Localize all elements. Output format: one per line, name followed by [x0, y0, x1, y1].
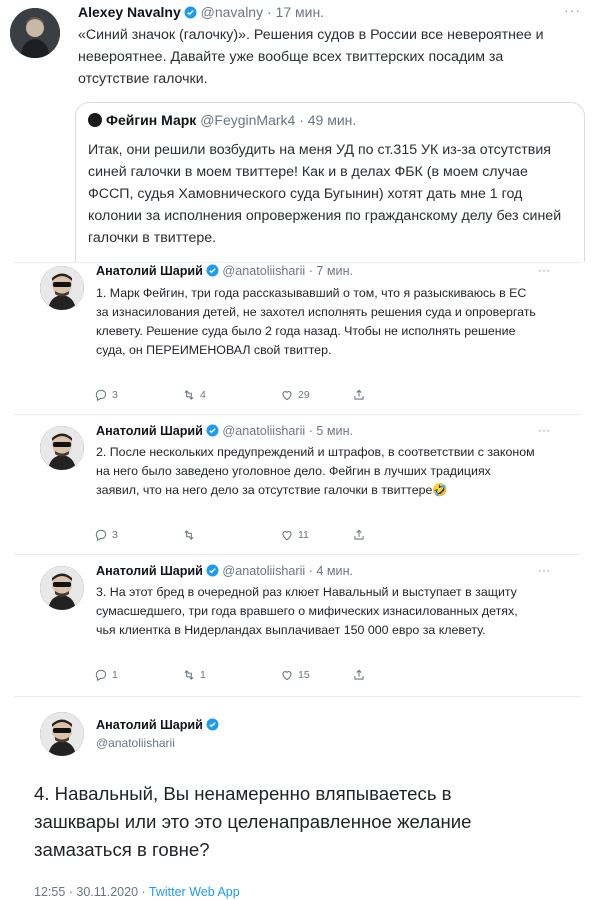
- thread-tweet-3-actions: 1 1 15: [94, 668, 394, 684]
- source-app-link[interactable]: Twitter Web App: [149, 885, 240, 899]
- thread-tweet-2-text: 2. После нескольких предупреждений и штр…: [96, 443, 536, 500]
- share-icon: [354, 389, 364, 400]
- final-tweet-text: 4. Навальный, Вы ненамеренно вляпываетес…: [34, 783, 472, 860]
- verified-badge-icon: [184, 6, 197, 19]
- retweet-button[interactable]: [182, 528, 200, 542]
- verified-badge-icon: [206, 564, 219, 577]
- author-handle-time[interactable]: @anatoliisharii · 4 мин.: [222, 564, 353, 578]
- author-name[interactable]: Анатолий Шарий: [96, 564, 203, 578]
- quoted-tweet[interactable]: Фейгин Марк @FeyginMark4 · 49 мин. Итак,…: [75, 102, 585, 262]
- tweet-time[interactable]: 12:55 · 30.11.2020 ·: [34, 885, 149, 899]
- tweet-text: «Синий значок (галочку)». Решения судов …: [78, 27, 544, 87]
- reply-button[interactable]: 3: [94, 528, 118, 542]
- thread-tweet-2-body: 2. После нескольких предупреждений и штр…: [96, 445, 535, 497]
- top-tweet: Alexey Navalny @navalny · 17 мин. ··· «С…: [0, 0, 595, 262]
- thread-tweet-3-text: 3. На этот бред в очередной раз клюет На…: [96, 585, 518, 637]
- more-options-icon[interactable]: ···: [538, 263, 550, 277]
- quoted-tweet-text: Итак, они решили возбудить на меня УД по…: [88, 142, 562, 246]
- like-button[interactable]: 29: [280, 388, 310, 402]
- reply-icon: [95, 529, 107, 542]
- more-options-icon[interactable]: ···: [538, 423, 550, 437]
- author-name[interactable]: Анатолий Шарий: [96, 718, 203, 732]
- verified-badge-icon: [206, 264, 219, 277]
- verified-badge-icon: [206, 718, 219, 731]
- quoted-tweet-header: Фейгин Марк @FeyginMark4 · 49 мин.: [88, 112, 356, 128]
- top-tweet-header: Alexey Navalny @navalny · 17 мин.: [78, 4, 324, 20]
- feygin-avatar: [88, 113, 102, 127]
- tweet-timestamp: 12:55 · 30.11.2020 · Twitter Web App: [34, 885, 240, 899]
- author-handle-time[interactable]: @anatoliisharii · 7 мин.: [222, 264, 353, 278]
- share-button[interactable]: [352, 668, 366, 682]
- author-name[interactable]: Alexey Navalny: [78, 4, 181, 20]
- thread-tweet-1-header: Анатолий Шарий @anatoliisharii · 7 мин.: [96, 264, 353, 278]
- thread-tweet-2-header: Анатолий Шарий @anatoliisharii · 5 мин.: [96, 424, 353, 438]
- share-icon: [354, 529, 364, 540]
- sharii-avatar[interactable]: [40, 426, 84, 470]
- retweet-button[interactable]: 1: [182, 668, 206, 682]
- like-count: 11: [298, 529, 309, 541]
- author-name[interactable]: Анатолий Шарий: [96, 264, 203, 278]
- reply-icon: [95, 669, 107, 682]
- retweet-count: 4: [200, 389, 206, 401]
- divider: [14, 414, 581, 415]
- share-button[interactable]: [352, 528, 366, 542]
- reply-count: 1: [112, 669, 118, 681]
- reply-button[interactable]: 1: [94, 668, 118, 682]
- author-name[interactable]: Анатолий Шарий: [96, 424, 203, 438]
- author-handle-time[interactable]: @navalny · 17 мин.: [201, 4, 324, 20]
- sharii-avatar[interactable]: [40, 712, 84, 756]
- reply-count: 3: [112, 529, 118, 541]
- retweet-icon: [184, 390, 194, 400]
- divider: [14, 554, 581, 555]
- laughing-emoji: 🤣: [432, 483, 448, 497]
- like-button[interactable]: 15: [280, 668, 310, 682]
- more-options-icon[interactable]: ···: [538, 563, 550, 577]
- author-handle[interactable]: @anatoliisharii: [96, 736, 175, 750]
- retweet-icon: [184, 670, 194, 680]
- retweet-button[interactable]: 4: [182, 388, 206, 402]
- retweet-count: 1: [200, 669, 206, 681]
- reply-icon: [95, 389, 107, 402]
- divider: [14, 262, 581, 263]
- like-count: 29: [298, 389, 310, 401]
- heart-icon: [282, 391, 292, 401]
- navalny-avatar[interactable]: [10, 8, 60, 58]
- heart-icon: [282, 531, 292, 541]
- divider: [14, 696, 581, 697]
- thread-tweet-3-header: Анатолий Шарий @anatoliisharii · 4 мин.: [96, 564, 353, 578]
- share-button[interactable]: [352, 388, 366, 402]
- retweet-icon: [184, 530, 194, 540]
- quoted-author-name: Фейгин Марк: [106, 112, 197, 128]
- reply-button[interactable]: 3: [94, 388, 118, 402]
- reply-count: 3: [112, 389, 118, 401]
- more-options-icon[interactable]: ···: [564, 2, 581, 18]
- sharii-avatar[interactable]: [40, 566, 84, 610]
- final-tweet-author: Анатолий Шарий: [96, 718, 219, 732]
- author-handle-time[interactable]: @anatoliisharii · 5 мин.: [222, 424, 353, 438]
- thread-tweet-2-actions: 3 11: [94, 528, 394, 544]
- thread-tweet-1-text: 1. Марк Фейгин, три года рассказывавший …: [96, 286, 536, 357]
- sharii-avatar[interactable]: [40, 266, 84, 310]
- share-icon: [354, 669, 364, 680]
- thread-tweet-1-actions: 3 4 29: [94, 388, 394, 404]
- heart-icon: [282, 671, 292, 681]
- like-button[interactable]: 11: [280, 528, 309, 542]
- quoted-author-handle-time: @FeyginMark4 · 49 мин.: [200, 112, 357, 128]
- verified-badge-icon: [206, 424, 219, 437]
- like-count: 15: [298, 669, 310, 681]
